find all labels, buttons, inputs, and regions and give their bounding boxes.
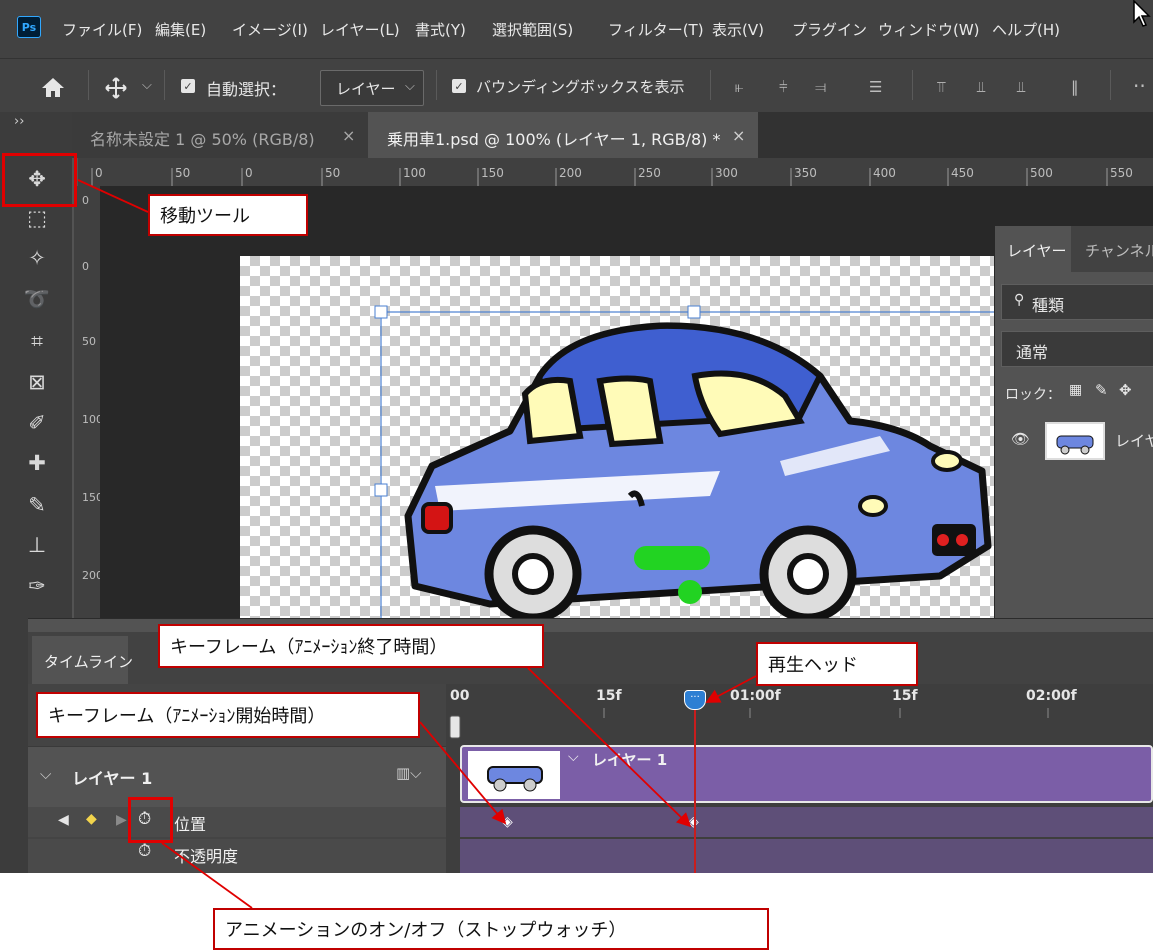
callout-stopwatch: アニメーションのオン/オフ（ストップウォッチ） xyxy=(213,908,769,950)
annotation-arrows xyxy=(77,179,757,909)
callout-move-tool: 移動ツール xyxy=(148,194,308,236)
callout-playhead: 再生ヘッド xyxy=(756,642,918,686)
callout-keyframe-end: キーフレーム（ｱﾆﾒｰｼｮﾝ終了時間） xyxy=(158,624,544,668)
callout-keyframe-start: キーフレーム（ｱﾆﾒｰｼｮﾝ開始時間） xyxy=(36,692,420,738)
